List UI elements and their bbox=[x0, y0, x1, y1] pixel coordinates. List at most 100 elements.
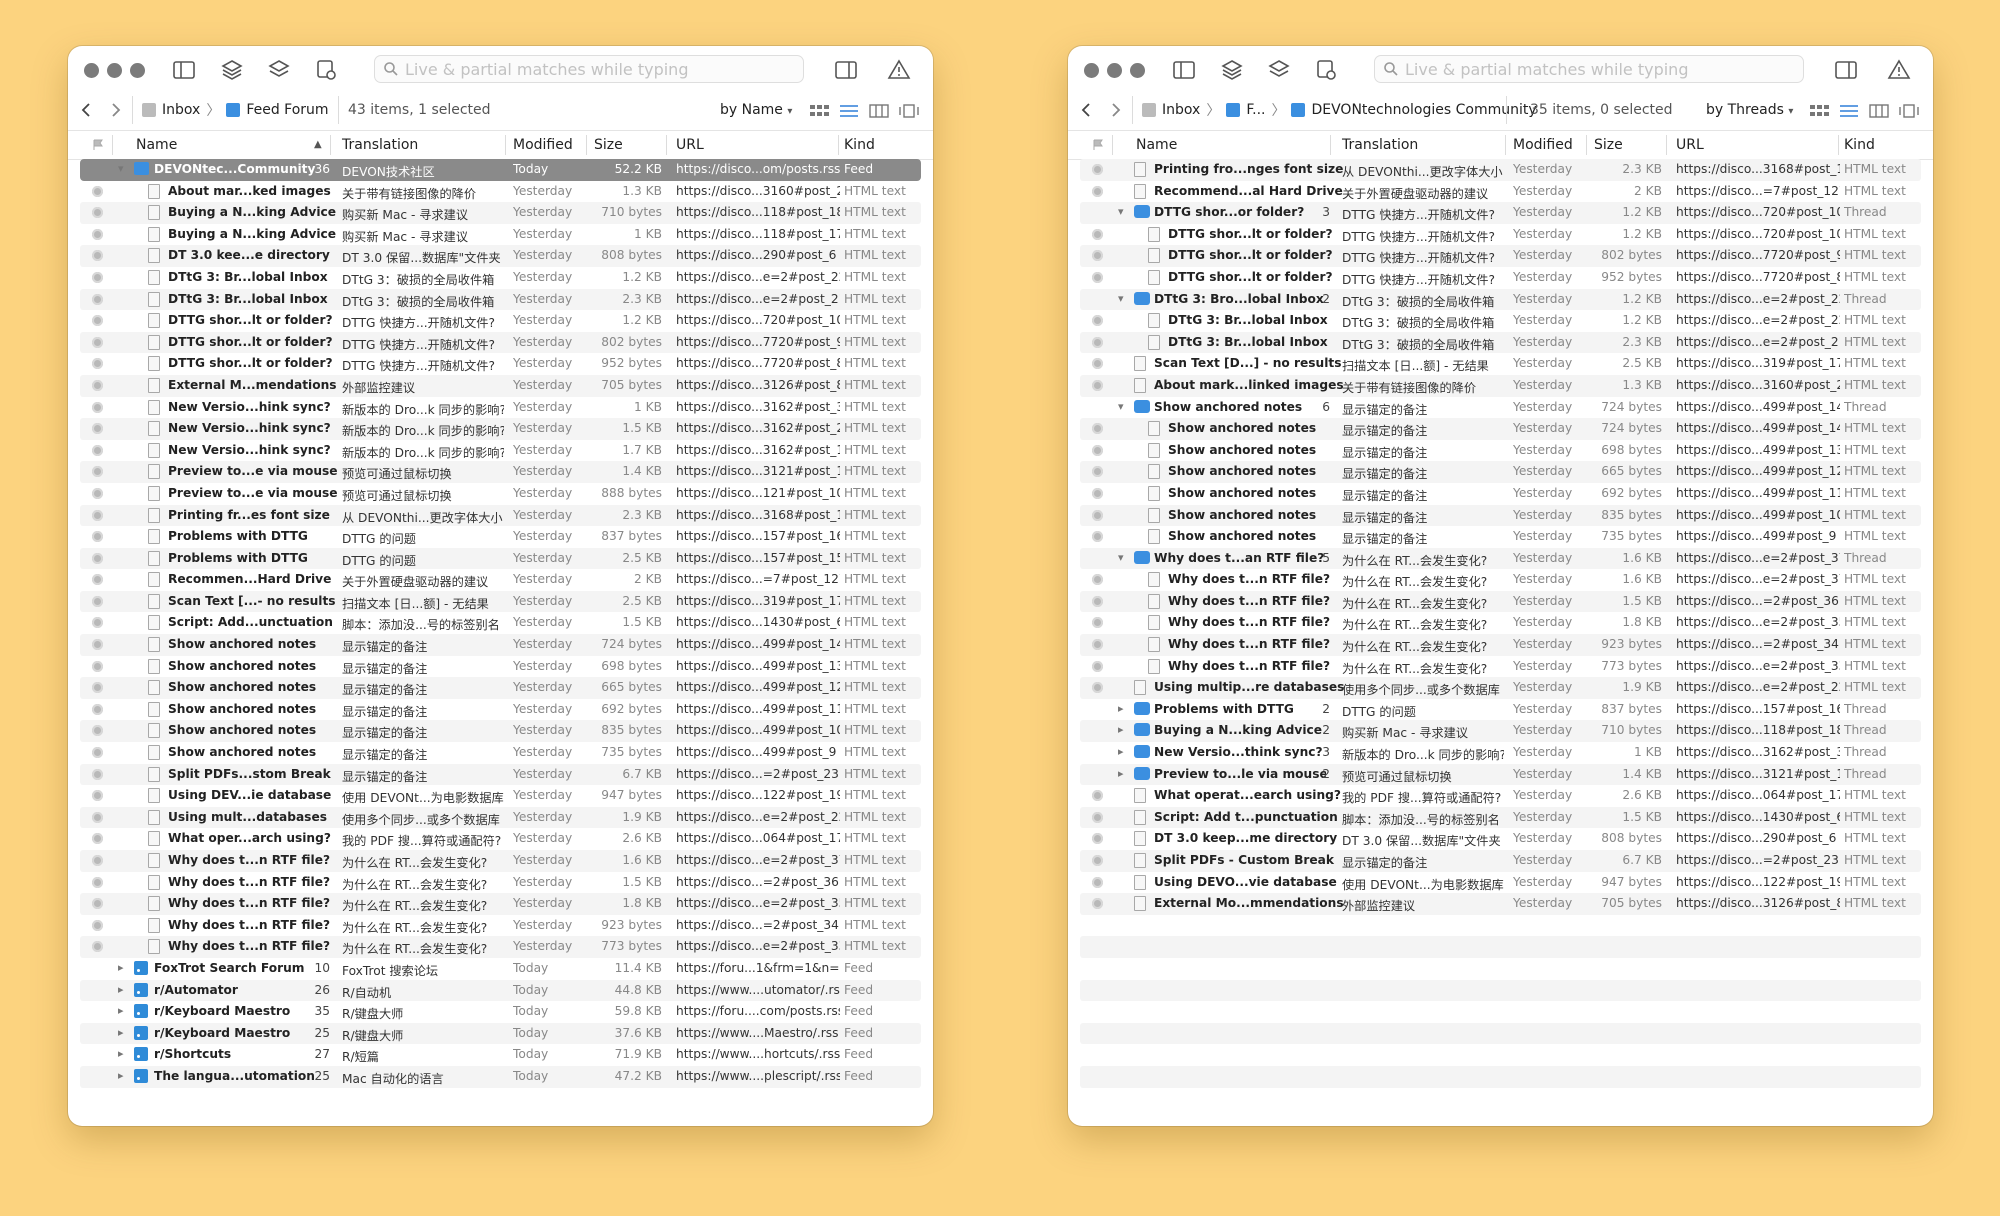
unread-status-icon[interactable] bbox=[1092, 271, 1103, 283]
list-item[interactable]: ▸ Preview to...le via mouse 2 预览可通过鼠标切换 Yest… bbox=[1080, 763, 1921, 786]
unread-status-icon[interactable] bbox=[1092, 574, 1103, 586]
breadcrumb-inbox[interactable]: Inbox bbox=[162, 102, 200, 118]
list-item[interactable]: External Mo...mmendations 外部监控建议 Yesterday… bbox=[1080, 893, 1921, 915]
unread-status-icon[interactable] bbox=[1092, 876, 1103, 888]
list-item[interactable]: New Versio...hink sync? 新版本的 Dro...k 同步的影… bbox=[80, 440, 921, 462]
unread-status-icon[interactable] bbox=[92, 725, 103, 737]
minimize-window-button[interactable] bbox=[1107, 63, 1122, 78]
unread-status-icon[interactable] bbox=[1092, 509, 1103, 521]
unread-status-icon[interactable] bbox=[1092, 855, 1103, 866]
column-size[interactable]: Size bbox=[1594, 137, 1623, 153]
unread-status-icon[interactable] bbox=[92, 552, 103, 564]
list-item[interactable]: ▾ Why does t...an RTF file? 5 为什么在 RT...会发生… bbox=[1080, 547, 1921, 570]
list-item[interactable]: ▸ FoxTrot Search Forum 10 FoxTrot 搜索论坛 Today… bbox=[80, 958, 921, 980]
list-item[interactable]: Show anchored notes 显示锚定的备注 Yesterday 735 b… bbox=[80, 742, 921, 764]
column-translation[interactable]: Translation bbox=[1342, 137, 1418, 153]
list-item[interactable]: Printing fr...es font size 从 DEVONthi...更… bbox=[80, 504, 921, 527]
capture-icon[interactable] bbox=[1312, 56, 1340, 84]
column-view-icon[interactable] bbox=[1868, 102, 1890, 120]
disclosure-closed-icon[interactable]: ▸ bbox=[118, 1069, 124, 1082]
unread-status-icon[interactable] bbox=[92, 487, 103, 499]
unread-status-icon[interactable] bbox=[92, 682, 103, 694]
list-item[interactable]: Show anchored notes 显示锚定的备注 Yesterday 735 b… bbox=[1080, 526, 1921, 548]
list-item[interactable]: New Versio...hink sync? 新版本的 Dro...k 同步的影… bbox=[80, 418, 921, 440]
column-name[interactable]: Name bbox=[136, 137, 177, 153]
list-item[interactable]: ▾ Show anchored notes 6 显示锚定的备注 Yesterday 724… bbox=[1080, 397, 1921, 419]
column-translation[interactable]: Translation bbox=[342, 137, 418, 153]
list-item[interactable]: ▸ New Versio...think sync? 3 新版本的 Dro...k 同… bbox=[1080, 742, 1921, 764]
list-item[interactable]: Using DEVO...vie database 使用 DEVONt...为电影… bbox=[1080, 872, 1921, 894]
list-item[interactable]: ▸ The langua...utomation 25 Mac 自动化的语言 Today… bbox=[80, 1065, 921, 1088]
list-item[interactable]: Show anchored notes 显示锚定的备注 Yesterday 698 b… bbox=[1080, 440, 1921, 462]
list-item[interactable]: ▾ DTTG shor...or folder? 3 DTTG 快捷方...开随机文件… bbox=[1080, 202, 1921, 224]
disclosure-open-icon[interactable]: ▾ bbox=[1118, 400, 1124, 413]
list-item[interactable]: Why does t...n RTF file? 为什么在 RT...会发生变化?… bbox=[1080, 612, 1921, 634]
list-item[interactable]: About mar...ked images 关于带有链接图像的降价 Yesterd… bbox=[80, 181, 921, 203]
unread-status-icon[interactable] bbox=[92, 444, 103, 456]
unread-status-icon[interactable] bbox=[92, 531, 103, 543]
list-item[interactable]: DT 3.0 kee...e directory DT 3.0 保留...数据库"… bbox=[80, 245, 921, 267]
zoom-window-button[interactable] bbox=[130, 63, 145, 78]
list-item[interactable]: What operat...earch using? 我的 PDF 搜...算符或… bbox=[1080, 785, 1921, 807]
close-window-button[interactable] bbox=[84, 63, 99, 78]
back-icon[interactable] bbox=[76, 100, 96, 120]
list-item[interactable]: Preview to...e via mouse 预览可通过鼠标切换 Yesterd… bbox=[80, 483, 921, 505]
list-item[interactable]: ▸ Problems with DTTG 2 DTTG 的问题 Yesterday 837… bbox=[1080, 699, 1921, 721]
unread-status-icon[interactable] bbox=[92, 336, 103, 348]
layers-alt-icon[interactable] bbox=[1265, 56, 1293, 84]
unread-status-icon[interactable] bbox=[92, 379, 103, 391]
unread-status-icon[interactable] bbox=[92, 228, 103, 240]
list-item[interactable]: Why does t...n RTF file? 为什么在 RT...会发生变化?… bbox=[1080, 569, 1921, 591]
unread-status-icon[interactable] bbox=[1092, 228, 1103, 240]
zoom-window-button[interactable] bbox=[1130, 63, 1145, 78]
list-item[interactable]: ▸ r/Keyboard Maestro 25 R/键盘大师 Today 37.6 KB h… bbox=[80, 1022, 921, 1045]
list-item[interactable]: Why does t...n RTF file? 为什么在 RT...会发生变化?… bbox=[1080, 590, 1921, 613]
list-item[interactable]: Show anchored notes 显示锚定的备注 Yesterday 665 b… bbox=[1080, 461, 1921, 483]
unread-status-icon[interactable] bbox=[1092, 379, 1103, 391]
disclosure-open-icon[interactable]: ▾ bbox=[1118, 551, 1124, 564]
unread-status-icon[interactable] bbox=[1092, 639, 1103, 651]
list-item[interactable]: Buying a N...king Advice 购买新 Mac - 寻求建议 Ye… bbox=[80, 202, 921, 224]
disclosure-closed-icon[interactable]: ▸ bbox=[1118, 745, 1124, 758]
list-item[interactable]: Using mult...databases 使用多个同步...或多个数据库 Yes… bbox=[80, 806, 921, 829]
unread-status-icon[interactable] bbox=[92, 185, 103, 197]
disclosure-open-icon[interactable]: ▾ bbox=[1118, 292, 1124, 305]
unread-status-icon[interactable] bbox=[1092, 811, 1103, 823]
list-item[interactable]: ▾ DEVONtec...Community 36 DEVON技术社区 Today 52.… bbox=[80, 159, 921, 181]
cover-flow-icon[interactable] bbox=[1898, 102, 1920, 120]
unread-status-icon[interactable] bbox=[92, 703, 103, 715]
list-item[interactable]: Recommen...Hard Drive 关于外置硬盘驱动器的建议 Yesterd… bbox=[80, 569, 921, 591]
breadcrumb-feed-forum[interactable]: Feed Forum bbox=[246, 102, 328, 118]
disclosure-closed-icon[interactable]: ▸ bbox=[118, 1047, 124, 1060]
list-item[interactable]: Using multip...re databases 使用多个同步...或多个数… bbox=[1080, 677, 1921, 699]
search-field[interactable]: Live & partial matches while typing bbox=[374, 55, 804, 83]
disclosure-closed-icon[interactable]: ▸ bbox=[118, 961, 124, 974]
list-item[interactable]: External M...mendations 外部监控建议 Yesterday 70… bbox=[80, 374, 921, 397]
list-item[interactable]: ▸ r/Shortcuts 27 R/短篇 Today 71.9 KB https://ww… bbox=[80, 1044, 921, 1066]
unread-status-icon[interactable] bbox=[1092, 617, 1103, 629]
unread-status-icon[interactable] bbox=[92, 207, 103, 219]
list-item[interactable]: Split PDFs - Custom Break 显示锚定的备注 Yesterda… bbox=[1080, 850, 1921, 872]
list-item[interactable]: About mark...linked images 关于带有链接图像的降价 Yes… bbox=[1080, 374, 1921, 397]
unread-status-icon[interactable] bbox=[92, 401, 103, 413]
list-item[interactable]: Problems with DTTG DTTG 的问题 Yesterday 837 b… bbox=[80, 526, 921, 548]
list-item[interactable]: Preview to...e via mouse 预览可通过鼠标切换 Yesterd… bbox=[80, 461, 921, 483]
list-item[interactable]: Script: Add t...punctuation 脚本：添加没...号的标签… bbox=[1080, 806, 1921, 829]
list-item[interactable]: DTtG 3: Br...lobal Inbox DTtG 3：破损的全局收件箱 Y… bbox=[80, 288, 921, 311]
breadcrumb-inbox[interactable]: Inbox bbox=[1162, 102, 1200, 118]
layers-icon[interactable] bbox=[1218, 56, 1246, 84]
sort-selector[interactable]: by Name ▾ bbox=[720, 102, 792, 118]
unread-status-icon[interactable] bbox=[1092, 185, 1103, 197]
list-item[interactable]: Why does t...n RTF file? 为什么在 RT...会发生变化?… bbox=[1080, 656, 1921, 678]
list-view-icon[interactable] bbox=[838, 102, 860, 120]
unread-status-icon[interactable] bbox=[92, 768, 103, 780]
unread-status-icon[interactable] bbox=[92, 919, 103, 931]
back-icon[interactable] bbox=[1076, 100, 1096, 120]
list-item[interactable]: Show anchored notes 显示锚定的备注 Yesterday 724 b… bbox=[80, 634, 921, 656]
close-window-button[interactable] bbox=[1084, 63, 1099, 78]
column-kind[interactable]: Kind bbox=[844, 137, 875, 153]
unread-status-icon[interactable] bbox=[92, 423, 103, 435]
unread-status-icon[interactable] bbox=[92, 466, 103, 478]
list-item[interactable]: DTTG shor...lt or folder? DTTG 快捷方...开随机文… bbox=[80, 331, 921, 354]
column-view-icon[interactable] bbox=[868, 102, 890, 120]
